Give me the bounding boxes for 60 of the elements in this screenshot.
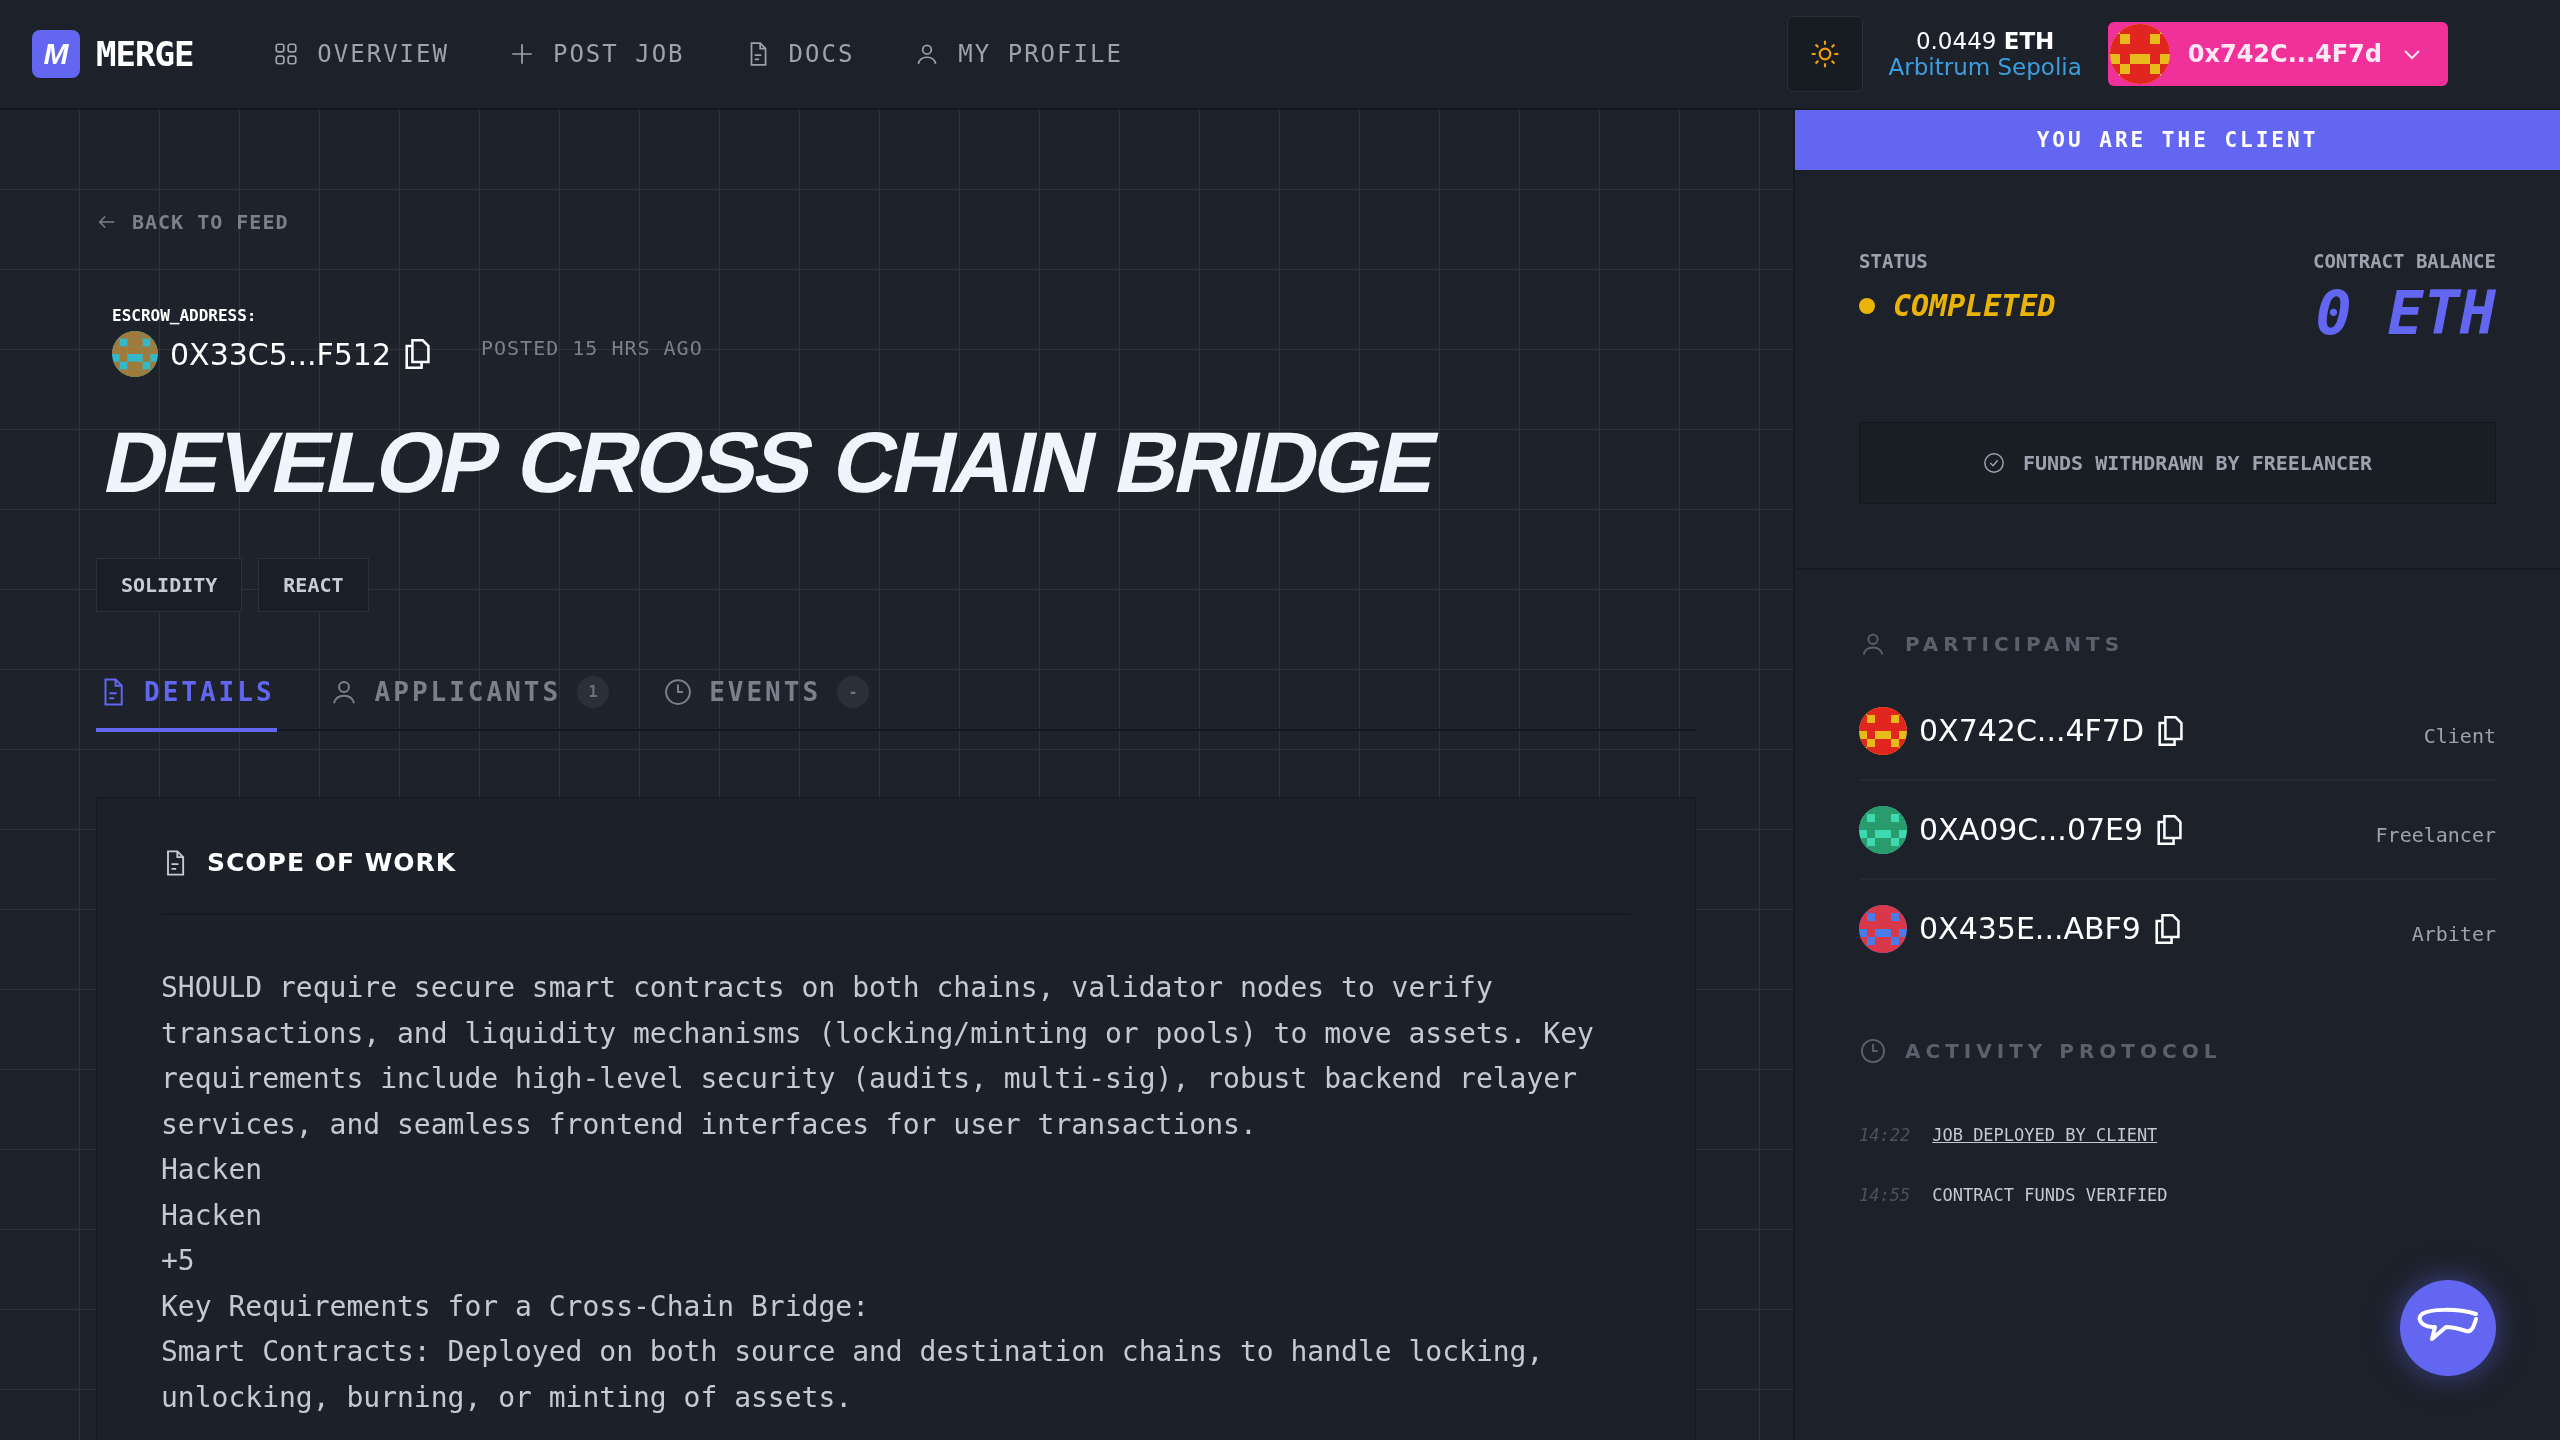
contract-balance: 0 ETH bbox=[2315, 278, 2496, 348]
escrow-address: 0X33C5...F512 bbox=[170, 336, 391, 372]
logo-mark[interactable]: M bbox=[32, 30, 80, 78]
event-link[interactable]: JOB DEPLOYED BY CLIENT bbox=[1932, 1125, 2158, 1145]
nav-link[interactable]: MY PROFILE bbox=[914, 40, 1123, 68]
wallet-balance: 0.0449 ETH bbox=[1915, 28, 2055, 54]
pixel-avatar-icon bbox=[1859, 706, 1907, 755]
back-link[interactable]: BACK TO FEED bbox=[96, 210, 1697, 234]
nav-link[interactable]: POST JOB bbox=[508, 40, 685, 68]
theme-toggle-button[interactable] bbox=[1786, 16, 1863, 92]
event-text: CONTRACT FUNDS VERIFIED bbox=[1932, 1185, 2168, 1205]
section-heading: SCOPE OF WORK bbox=[207, 848, 457, 877]
posted-time: POSTED 15 HRS AGO bbox=[481, 336, 703, 362]
section-heading: PARTICIPANTS bbox=[1905, 632, 2125, 656]
description-text: +5 bbox=[161, 1243, 196, 1279]
participant-address: 0X435E...ABF9 bbox=[1919, 911, 2141, 946]
status-dot bbox=[1859, 297, 1875, 314]
pixel-avatar-icon bbox=[112, 331, 158, 377]
count-badge: - bbox=[837, 676, 870, 708]
copy-icon[interactable] bbox=[403, 338, 431, 370]
pixel-avatar-icon bbox=[1859, 904, 1907, 953]
status-label: STATUS bbox=[1859, 250, 1929, 272]
brand-name[interactable]: MERGE bbox=[96, 34, 194, 74]
nav-link[interactable]: DOCS bbox=[744, 40, 855, 68]
participant-role: Arbiter bbox=[2411, 921, 2496, 946]
copy-icon[interactable] bbox=[2155, 813, 2184, 846]
chat-button[interactable] bbox=[2400, 1280, 2496, 1376]
tab[interactable]: EVENTS - bbox=[661, 672, 872, 732]
tab[interactable]: APPLICANTS 1 bbox=[326, 672, 612, 732]
copy-icon[interactable] bbox=[2152, 912, 2181, 945]
participant-address: 0XA09C...07E9 bbox=[1919, 812, 2144, 847]
balance-label: CONTRACT BALANCE bbox=[2312, 250, 2496, 272]
tab[interactable]: DETAILS bbox=[96, 672, 277, 732]
description-text: Hacken bbox=[161, 1152, 264, 1188]
role-banner: YOU ARE THE CLIENT bbox=[1795, 110, 2560, 170]
participant-role: Client bbox=[2423, 723, 2496, 748]
section-heading: ACTIVITY PROTOCOL bbox=[1905, 1039, 2222, 1063]
count-badge: 1 bbox=[577, 676, 610, 708]
status-value: COMPLETED bbox=[1893, 288, 2056, 323]
pixel-avatar-icon bbox=[2109, 24, 2170, 84]
participant-address: 0X742C...4F7D bbox=[1919, 713, 2144, 748]
clock-icon bbox=[1859, 1037, 1887, 1065]
skill-tag: REACT bbox=[258, 558, 369, 612]
check-circle-icon bbox=[1982, 452, 2005, 474]
description-text: Key Requirements for a Cross-Chain Bridge: bbox=[161, 1288, 870, 1325]
grid-icon bbox=[273, 41, 300, 67]
job-title: DEVELOP CROSS CHAIN BRIDGE bbox=[96, 413, 1446, 512]
participant-role: Freelancer bbox=[2375, 822, 2496, 847]
escrow-label: ESCROW_ADDRESS: bbox=[112, 306, 258, 325]
network-name: Arbitrum Sepolia bbox=[1888, 54, 2082, 80]
skill-tag: SOLIDITY bbox=[96, 558, 243, 612]
description-text: SHOULD require secure smart contracts on both chains, validator nodes to verify transactions, and liquidity mechanisms (locking/minting or pools) to move assets. Key requirements include high-level security (audits, multi-sig), robust backend relayer services, and seamless frontend interfaces for user transactions. bbox=[161, 970, 1595, 1143]
copy-icon[interactable] bbox=[2156, 714, 2184, 747]
wallet-button[interactable]: 0x742C...4F7d bbox=[2107, 22, 2448, 86]
clock-icon bbox=[663, 677, 694, 707]
pixel-avatar-icon bbox=[1859, 805, 1907, 854]
description-text: Hacken bbox=[161, 1197, 264, 1234]
nav-link[interactable]: OVERVIEW bbox=[273, 40, 449, 68]
funds-notice: FUNDS WITHDRAWN BY FREELANCER bbox=[1859, 422, 2496, 504]
description-text: Smart Contracts: Deployed on both source and destination chains to handle locking, unlocking, burning, or minting of assets. bbox=[161, 1334, 1545, 1416]
